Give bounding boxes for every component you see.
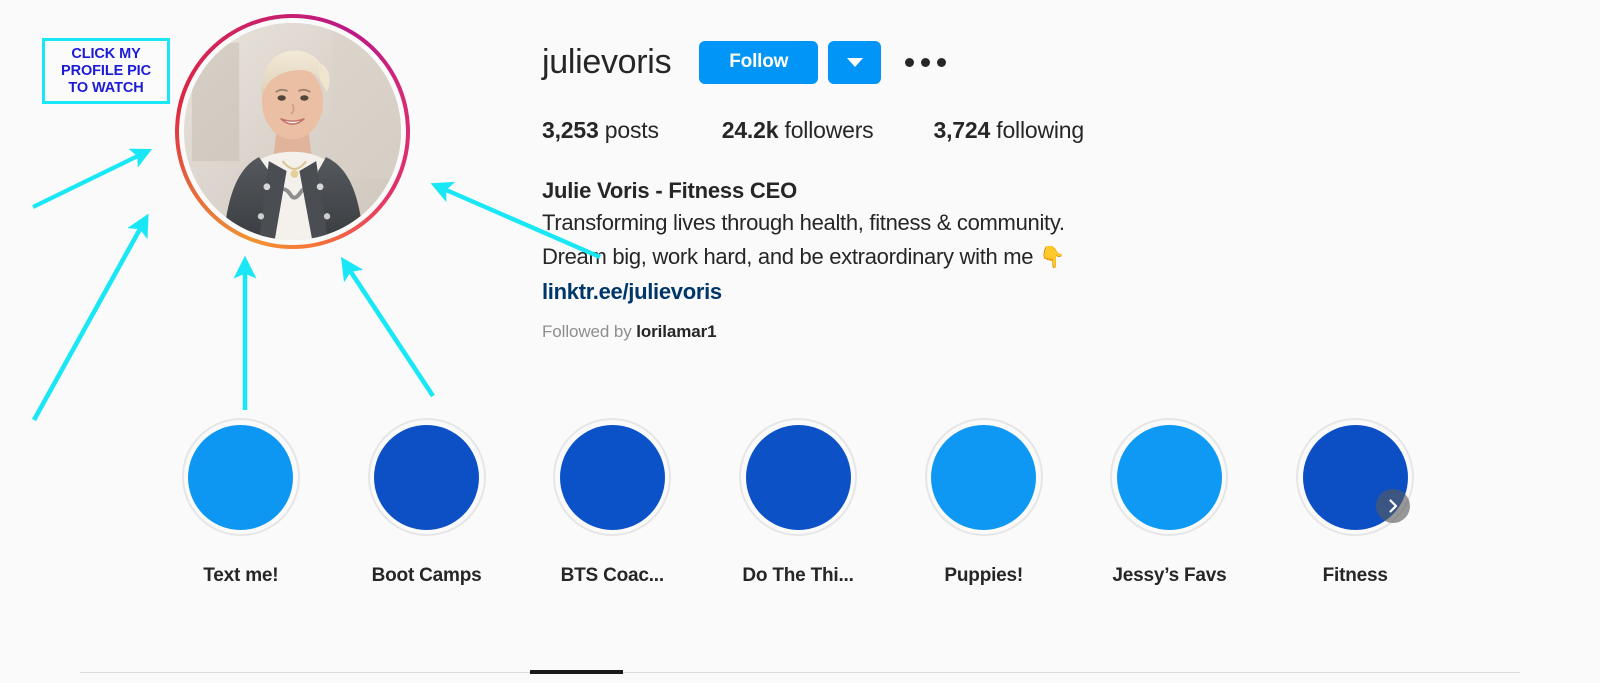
callout-line-1: CLICK MY xyxy=(71,45,141,62)
highlight-ring xyxy=(1110,418,1229,536)
highlight-label: Text me! xyxy=(203,565,279,586)
stat-posts-value: 3,253 xyxy=(542,117,599,143)
followed-by-names[interactable]: lorilamar1 xyxy=(636,322,716,341)
annotation-arrow-4 xyxy=(340,256,435,398)
profile-full-name: Julie Voris - Fitness CEO xyxy=(542,178,797,203)
avatar[interactable] xyxy=(184,23,401,240)
dot-icon xyxy=(905,57,915,67)
dot-icon xyxy=(921,57,931,67)
page-title: julievoris xyxy=(542,43,672,81)
tab-active-indicator xyxy=(530,670,623,674)
highlight-item[interactable]: BTS Coac... xyxy=(519,418,705,598)
pointing-down-emoji-icon: 👇 xyxy=(1039,246,1065,269)
followed-by: Followed by lorilamar1 xyxy=(542,322,1182,342)
highlight-item[interactable]: Jessy’s Favs xyxy=(1077,418,1263,598)
callout-line-3: TO WATCH xyxy=(68,79,144,96)
highlight-ring xyxy=(553,418,672,536)
highlight-item[interactable]: Boot Camps xyxy=(334,418,520,598)
highlight-item[interactable]: Puppies! xyxy=(891,418,1077,598)
stat-followers-value: 24.2k xyxy=(721,117,779,143)
highlight-ring xyxy=(367,418,486,536)
highlight-label: Boot Camps xyxy=(371,565,482,586)
follow-options-dropdown-button[interactable] xyxy=(828,40,882,84)
highlight-label: Do The Thi... xyxy=(742,565,854,586)
highlight-ring xyxy=(181,418,300,536)
chevron-down-icon xyxy=(846,57,863,67)
annotation-arrow-1 xyxy=(32,148,153,209)
highlight-item[interactable]: Do The Thi... xyxy=(705,418,891,598)
profile-picture[interactable] xyxy=(175,14,410,249)
dot-icon xyxy=(937,57,947,67)
username-row: julievoris Follow xyxy=(542,38,948,86)
highlight-cover xyxy=(559,424,665,530)
profile-bio: Julie Voris - Fitness CEO Transforming l… xyxy=(542,176,1182,342)
annotation-callout-box: CLICK MY PROFILE PIC TO WATCH xyxy=(42,38,170,104)
highlight-label: Jessy’s Favs xyxy=(1112,565,1227,586)
stat-following[interactable]: 3,724 following xyxy=(933,117,1084,144)
bio-line-1: Transforming lives through health, fitne… xyxy=(542,210,1065,235)
stat-following-label: following xyxy=(996,117,1084,143)
highlight-cover xyxy=(374,424,480,530)
highlight-ring xyxy=(739,418,858,536)
avatar-illustration xyxy=(184,23,401,240)
callout-line-2: PROFILE PIC xyxy=(61,62,151,79)
profile-tabbar-divider xyxy=(80,672,1520,673)
followed-by-prefix: Followed by xyxy=(542,322,632,341)
bio-line-2-wrap: Dream big, work hard, and be extraordina… xyxy=(542,240,1182,275)
bio-external-link[interactable]: linktr.ee/julievoris xyxy=(542,275,722,309)
highlight-label: Puppies! xyxy=(944,565,1024,586)
highlight-label: Fitness xyxy=(1322,565,1388,586)
story-highlights-row: Text me! Boot Camps BTS Coac... Do The T… xyxy=(148,418,1448,598)
highlights-next-button[interactable] xyxy=(1376,489,1410,523)
stat-posts-label: posts xyxy=(604,117,659,143)
annotation-arrow-2 xyxy=(31,213,149,422)
stat-followers-label: followers xyxy=(784,117,874,143)
highlight-cover xyxy=(1116,424,1222,530)
stat-posts: 3,253 posts xyxy=(542,117,659,144)
follow-button[interactable]: Follow xyxy=(699,40,819,84)
highlight-cover xyxy=(188,424,294,530)
profile-stats: 3,253 posts 24.2k followers 3,724 follow… xyxy=(542,117,1084,144)
instagram-profile-page: julievoris Follow 3,253 posts 24.2k foll… xyxy=(0,0,1600,683)
stat-following-value: 3,724 xyxy=(933,117,991,143)
chevron-right-icon xyxy=(1389,499,1398,513)
highlight-cover xyxy=(745,424,851,530)
highlight-ring xyxy=(924,418,1043,536)
stat-followers[interactable]: 24.2k followers xyxy=(722,117,874,144)
bio-line-2: Dream big, work hard, and be extraordina… xyxy=(542,244,1034,269)
highlight-label: BTS Coac... xyxy=(560,565,664,586)
highlight-cover xyxy=(931,424,1037,530)
highlight-item[interactable]: Text me! xyxy=(148,418,334,598)
highlight-item[interactable]: Fitness xyxy=(1262,418,1448,598)
more-options-button[interactable] xyxy=(903,52,948,73)
